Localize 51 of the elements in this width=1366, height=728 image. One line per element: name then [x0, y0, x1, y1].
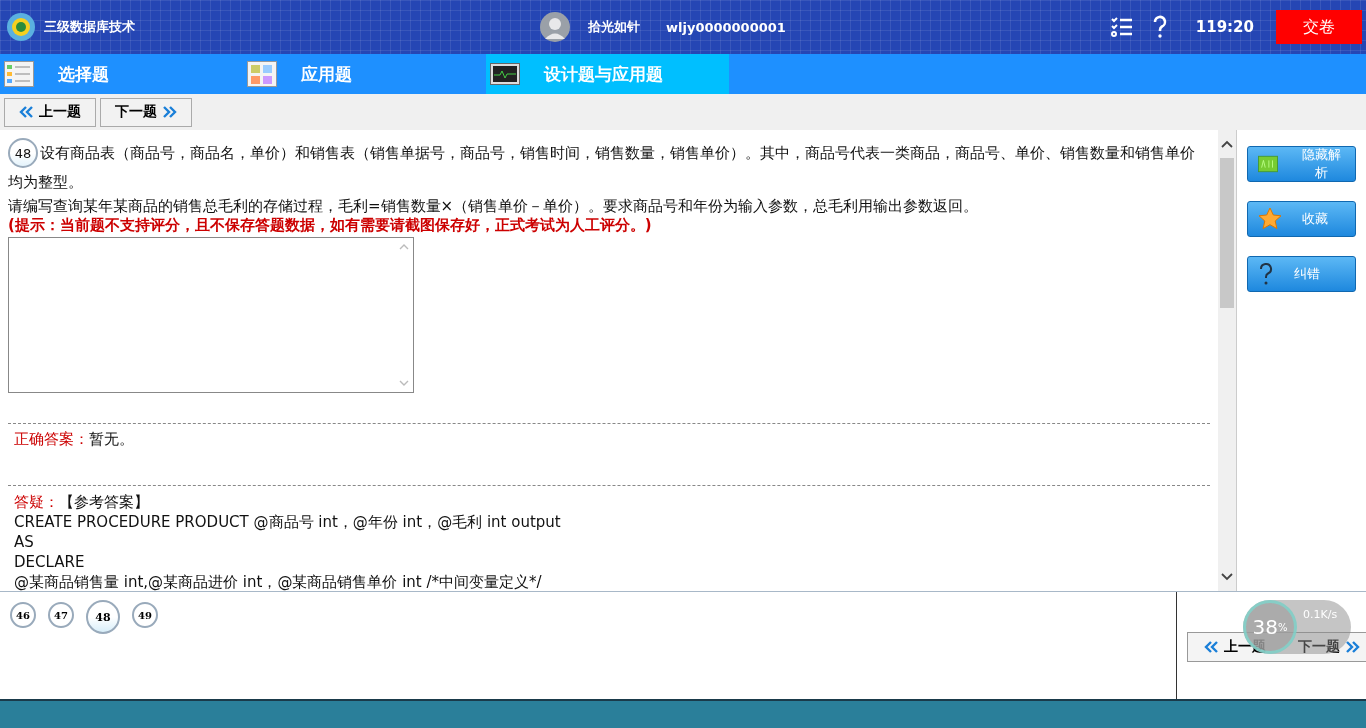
side-button[interactable]: 纠错 — [1247, 256, 1356, 292]
help-icon[interactable] — [1151, 15, 1168, 39]
question-number-button[interactable]: 46 — [10, 602, 36, 628]
next-button[interactable]: 下一题 — [1282, 633, 1366, 661]
previous-button[interactable]: 上一题 — [4, 97, 96, 127]
logo-icon — [6, 12, 36, 42]
exam-title: 三级数据库技术 — [44, 18, 135, 36]
section-tab[interactable]: 选择题 — [0, 54, 243, 94]
double-chevron-right-icon — [1346, 641, 1360, 653]
answer-value: 暂无。 — [89, 430, 134, 448]
next-button[interactable]: 下一题 — [100, 97, 192, 127]
help-icon — [1258, 262, 1274, 286]
user-name: 拾光如针 — [588, 18, 640, 36]
side-button[interactable]: 收藏 — [1247, 201, 1356, 237]
question-text: 请编写查询某年某商品的销售总毛利的存储过程，毛利=销售数量×（销售单价－单价）。要求商品号和年份为输入参数，总毛利用输出参数返回。 — [8, 197, 980, 215]
list-icon — [4, 61, 34, 87]
question-number-button[interactable]: 48 — [86, 600, 120, 634]
scrollbar[interactable] — [1218, 130, 1236, 591]
double-chevron-left-icon — [19, 106, 33, 118]
code-line: AS — [14, 532, 35, 552]
chevron-down-icon[interactable] — [1221, 573, 1233, 581]
star-icon — [1258, 207, 1282, 231]
previous-button[interactable]: 上一题 — [1188, 633, 1282, 661]
chevron-down-icon — [399, 380, 409, 386]
explanation-label: 答疑： — [14, 493, 59, 511]
explanation-title: 【参考答案】 — [59, 493, 149, 511]
speed-reading: 0.1K/s — [1303, 607, 1338, 621]
side-button[interactable]: 隐藏解析 — [1247, 146, 1356, 182]
monitor-icon — [490, 61, 520, 87]
code-line: DECLARE — [14, 552, 86, 572]
abc-icon — [1258, 155, 1278, 173]
code-line: @某商品销售量 int,@某商品进价 int，@某商品销售单价 int /*中间变量定义*/ — [14, 572, 543, 591]
question-number: 48 — [8, 138, 38, 168]
section-tab[interactable]: 应用题 — [243, 54, 486, 94]
double-chevron-right-icon — [163, 106, 177, 118]
answer-label: 正确答案： — [14, 430, 89, 448]
submit-button[interactable]: 交卷 — [1276, 10, 1362, 44]
countdown-timer: 119:20 — [1195, 18, 1254, 36]
avatar-icon — [540, 12, 570, 42]
checklist-icon[interactable] — [1109, 15, 1134, 39]
code-line: CREATE PROCEDURE PRODUCT @商品号 int，@年份 int，@毛利 int output — [14, 512, 562, 532]
question-number-button[interactable]: 49 — [132, 602, 158, 628]
question-text: 48 设有商品表（商品号，商品名，单价）和销售表（销售单据号，商品号，销售时间，销售数量，销售单价）。其中，商品号代表一类商品，商品号、单价、销售数量和销售单价均为整型。 — [8, 138, 1210, 197]
chevron-up-icon[interactable] — [1221, 140, 1233, 148]
user-id: wljy0000000001 — [666, 19, 786, 35]
chevron-up-icon — [399, 244, 409, 250]
answer-field[interactable] — [8, 237, 414, 393]
grid-icon — [247, 61, 277, 87]
question-number-button[interactable]: 47 — [48, 602, 74, 628]
hint-text: (提示：当前题不支持评分，且不保存答题数据，如有需要请截图保存好，正式考试为人工评分。) — [8, 215, 653, 235]
double-chevron-left-icon — [1204, 641, 1218, 653]
